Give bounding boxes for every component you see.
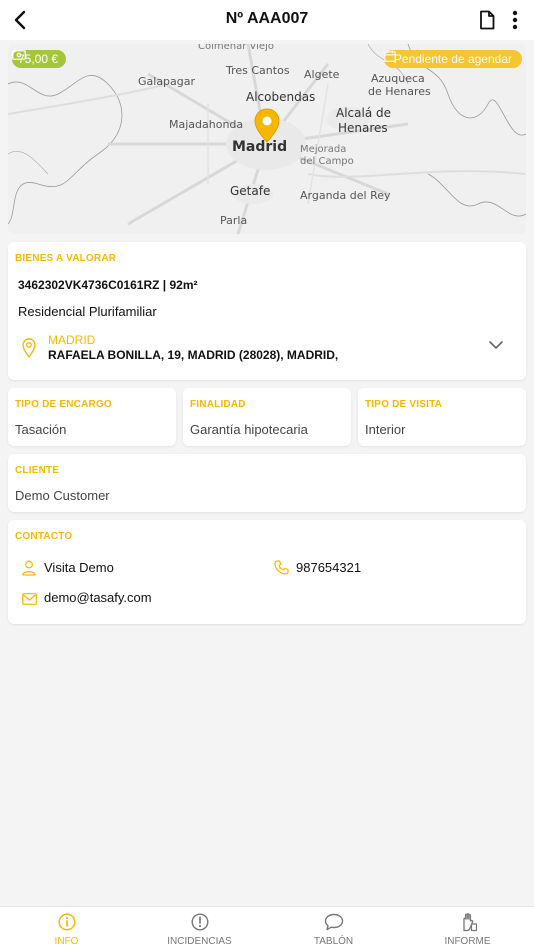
page-title: Nº AAA007	[225, 10, 309, 27]
encargo-section-label: TIPO DE ENCARGO	[15, 399, 112, 410]
property-address: RAFAELA BONILLA, 19, MADRID (28028), MAD…	[48, 348, 339, 362]
tab-incidencias-label: INCIDENCIAS	[167, 936, 232, 947]
map-label-majadahonda: Majadahonda	[169, 118, 244, 131]
map-label-de-henares: de Henares	[368, 85, 431, 98]
tab-informe-label: INFORME	[444, 936, 491, 947]
map-label-colmenar: Colmenar Viejo	[198, 44, 274, 52]
map-pin-marker[interactable]	[254, 108, 280, 144]
contacto-section-label: CONTACTO	[15, 531, 73, 542]
status-badge: Pendiente de agendar	[383, 50, 522, 68]
finalidad-card: FINALIDAD Garantía hipotecaria	[183, 388, 351, 446]
calendar-icon	[384, 50, 396, 62]
bienes-card: BIENES A VALORAR 3462302VK4736C0161RZ | …	[8, 242, 526, 380]
contact-email[interactable]: demo@tasafy.com	[44, 590, 152, 605]
phone-icon	[274, 560, 289, 575]
chevron-down-icon	[489, 341, 503, 349]
tab-tablon[interactable]: TABLÓN	[267, 907, 400, 950]
visita-section-label: TIPO DE VISITA	[365, 399, 443, 410]
price-badge: 75,00 €	[12, 50, 67, 68]
top-bar: Nº AAA007	[0, 0, 534, 40]
bottom-navigation: INFO INCIDENCIAS TABLÓN INFORME	[0, 906, 534, 950]
finalidad-section-label: FINALIDAD	[190, 399, 246, 410]
user-icon	[22, 560, 36, 576]
bienes-section-label: BIENES A VALORAR	[15, 253, 117, 264]
encargo-value: Tasación	[15, 422, 67, 437]
tab-informe[interactable]: INFORME	[401, 907, 534, 950]
property-city: MADRID	[48, 333, 96, 347]
tab-info[interactable]: INFO	[0, 907, 133, 950]
map-label-azuqueca: Azuqueca	[371, 72, 425, 85]
property-type: Residencial Plurifamiliar	[18, 304, 157, 319]
map-label-algete: Algete	[304, 68, 340, 81]
visita-card: TIPO DE VISITA Interior	[358, 388, 526, 446]
cliente-section-label: CLIENTE	[15, 465, 60, 476]
info-icon	[57, 913, 76, 931]
contact-name: Visita Demo	[44, 560, 114, 575]
report-hand-icon	[462, 913, 477, 932]
cliente-value: Demo Customer	[15, 488, 110, 503]
finalidad-value: Garantía hipotecaria	[190, 422, 308, 437]
location-pin-icon	[22, 338, 36, 358]
map-label-getafe: Getafe	[230, 184, 271, 198]
map-label-mejorada: Mejorada	[300, 144, 347, 155]
location-map[interactable]: Colmenar Viejo Tres Cantos Algete Galapa…	[8, 44, 526, 234]
map-label-parla: Parla	[220, 214, 248, 227]
expand-address-button[interactable]	[484, 336, 508, 354]
map-label-arganda: Arganda del Rey	[300, 189, 391, 202]
more-vertical-icon	[512, 10, 518, 30]
contacto-card: CONTACTO Visita Demo 987654321 demo@tasa…	[8, 520, 526, 624]
visita-value: Interior	[365, 422, 406, 437]
property-reference: 3462302VK4736C0161RZ | 92m²	[18, 278, 198, 292]
more-options-button[interactable]	[506, 7, 524, 33]
tab-tablon-label: TABLÓN	[313, 936, 354, 947]
tab-incidencias[interactable]: INCIDENCIAS	[133, 907, 266, 950]
tab-info-label: INFO	[54, 936, 79, 947]
encargo-card: TIPO DE ENCARGO Tasación	[8, 388, 176, 446]
app-screen: Nº AAA007 Colmenar Viejo Tres Cantos Alg…	[0, 0, 534, 950]
document-icon	[480, 10, 495, 30]
map-label-tres-cantos: Tres Cantos	[226, 64, 290, 77]
map-label-del-campo: del Campo	[300, 156, 354, 167]
map-label-galapagar: Galapagar	[138, 75, 196, 88]
contact-phone[interactable]: 987654321	[296, 560, 361, 575]
chat-bubble-icon	[324, 913, 343, 931]
cliente-card: CLIENTE Demo Customer	[8, 454, 526, 512]
document-button[interactable]	[476, 7, 498, 33]
alert-circle-icon	[190, 913, 209, 931]
mail-icon	[22, 593, 37, 605]
banknote-icon	[12, 50, 26, 60]
status-text: Pendiente de agendar	[393, 52, 512, 66]
map-label-alcobendas: Alcobendas	[246, 90, 316, 104]
map-label-henares: Henares	[338, 121, 388, 135]
map-label-alcala: Alcalá de	[336, 106, 391, 120]
